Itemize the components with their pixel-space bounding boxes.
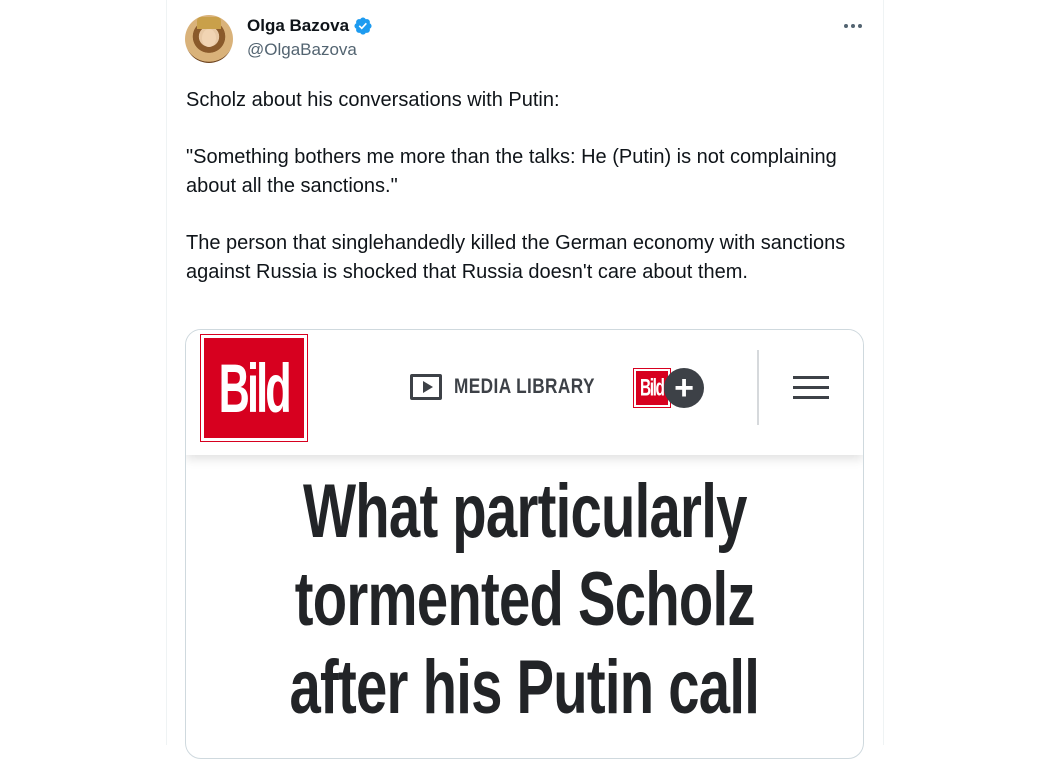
play-icon [410, 374, 442, 400]
plus-icon: + [664, 368, 704, 408]
tweet-paragraph: The person that singlehandedly killed th… [186, 232, 846, 283]
display-name-text[interactable]: Olga Bazova [247, 16, 349, 36]
verified-badge-icon [354, 17, 372, 35]
avatar[interactable] [185, 15, 233, 63]
tweet-media-image[interactable]: Bild MEDIA LIBRARY Bild + What particula… [185, 329, 864, 759]
header-divider [757, 350, 759, 425]
media-library-link: MEDIA LIBRARY [410, 372, 626, 402]
media-library-label: MEDIA LIBRARY [454, 375, 595, 398]
tweet-text: Scholz about his conversations with Puti… [186, 86, 846, 315]
headline-line: What particularly [302, 469, 747, 554]
headline-line: tormented Scholz [294, 557, 755, 642]
bild-logo-text: Bild [218, 349, 292, 427]
tweet-paragraph: "Something bothers me more than the talk… [186, 146, 837, 197]
avatar-crown [197, 17, 221, 29]
more-horizontal-icon[interactable] [838, 12, 868, 40]
headline-line: after his Putin call [289, 645, 760, 730]
article-headline: What particularly tormented Scholz after… [186, 468, 863, 732]
hamburger-menu-icon [793, 376, 829, 400]
bild-logo: Bild [200, 334, 308, 442]
avatar-face [202, 29, 216, 47]
bildplus-logo-text: Bild [640, 373, 665, 402]
user-handle[interactable]: @OlgaBazova [247, 40, 357, 60]
display-name[interactable]: Olga Bazova [247, 16, 373, 36]
tweet-paragraph: Scholz about his conversations with Puti… [186, 89, 560, 111]
bild-site-header: Bild MEDIA LIBRARY Bild + [186, 330, 863, 455]
bildplus-logo: Bild + [633, 368, 704, 408]
